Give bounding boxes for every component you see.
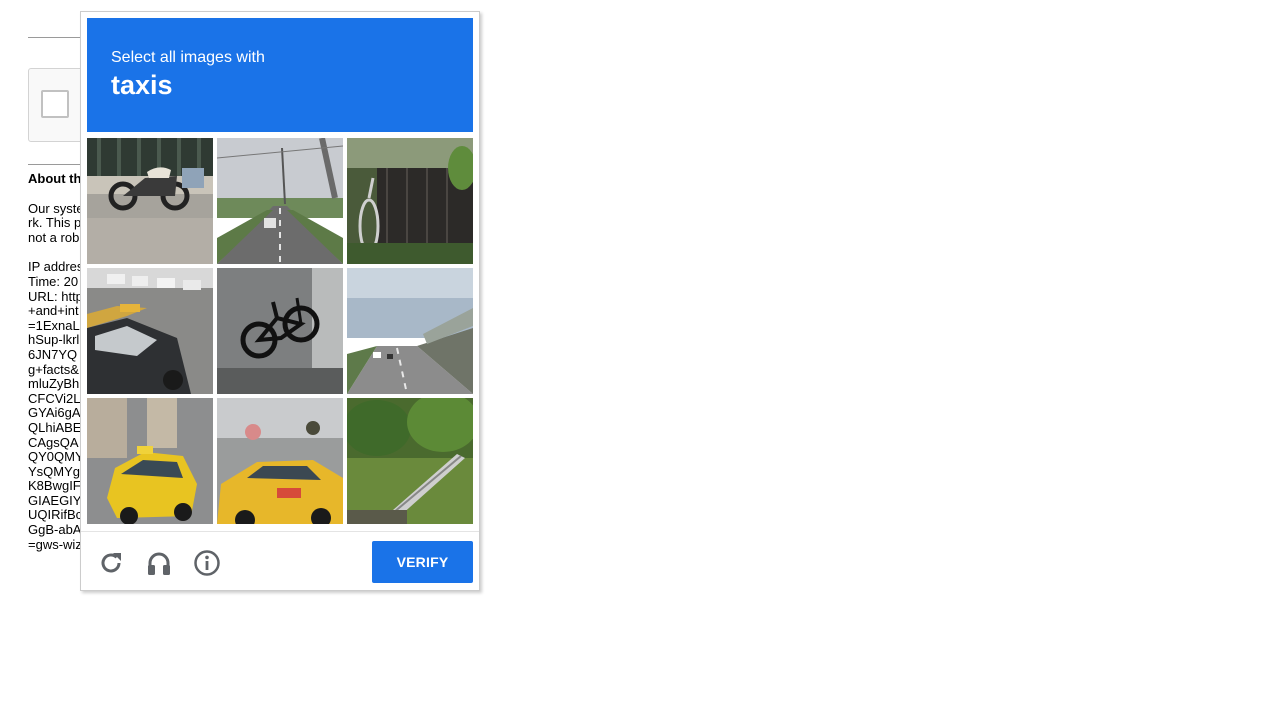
challenge-header: Select all images with taxis (87, 18, 473, 132)
bicycle-icon (217, 268, 343, 394)
instruction-text: Select all images with (111, 49, 265, 66)
highway-icon (347, 268, 473, 394)
verify-button[interactable]: VERIFY (372, 541, 473, 583)
tile-r3-c1[interactable] (87, 398, 213, 524)
tile-r3-c2[interactable] (217, 398, 343, 524)
info-icon[interactable] (193, 549, 221, 577)
motorcycle-icon (87, 138, 213, 264)
tile-r2-c3[interactable] (347, 268, 473, 394)
tile-r1-c3[interactable] (347, 138, 473, 264)
tile-r2-c2[interactable] (217, 268, 343, 394)
footer-divider (81, 531, 479, 532)
reload-icon[interactable] (97, 549, 125, 577)
taxi-icon (87, 268, 213, 394)
top-divider (28, 37, 80, 38)
not-a-robot-checkbox[interactable] (41, 90, 69, 118)
vegetation-icon (347, 398, 473, 524)
middle-divider (28, 164, 80, 165)
tile-r2-c1[interactable] (87, 268, 213, 394)
captcha-challenge: Select all images with taxis VERIFY (80, 11, 480, 591)
tile-r3-c3[interactable] (347, 398, 473, 524)
headphones-icon[interactable] (145, 549, 173, 577)
bicycle-icon (347, 138, 473, 264)
taxi-icon (217, 398, 343, 524)
target-keyword: taxis (111, 70, 173, 100)
tile-r1-c1[interactable] (87, 138, 213, 264)
taxi-icon (87, 398, 213, 524)
tile-r1-c2[interactable] (217, 138, 343, 264)
road-icon (217, 138, 343, 264)
image-tile-grid (87, 138, 473, 524)
